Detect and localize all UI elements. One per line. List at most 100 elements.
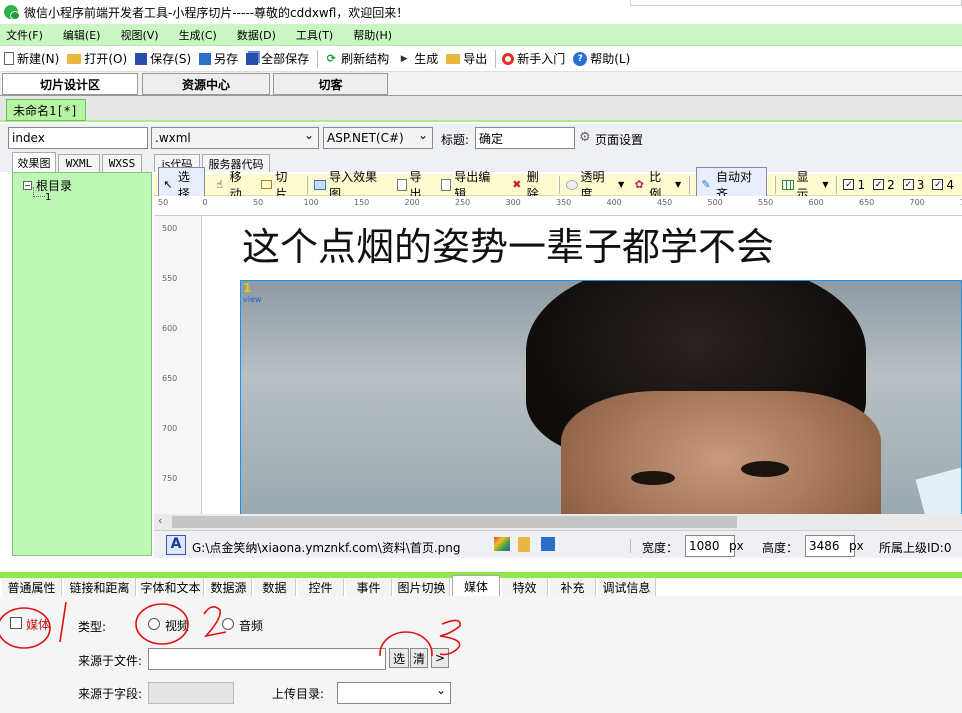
prop-tab-4[interactable]: 数据 [254,578,296,596]
layer-check-2[interactable]: ✓ 2 [873,178,895,192]
tab-slice-design[interactable]: 切片设计区 [2,73,138,95]
beginner-button[interactable]: 新手入门 [502,50,565,67]
open-button[interactable]: 打开(O) [67,50,127,67]
ruler-top-label: 50 [158,198,169,207]
main-toolbar: 新建(N) 打开(O) 保存(S) 另存 全部保存 ⟳ 刷新结构 ▶ 生成 导出 新… [0,46,962,72]
refresh-icon: ⟳ [326,52,336,65]
menu-file[interactable]: 文件(F) [6,27,43,43]
prop-tab-2[interactable]: 字体和文本 [138,578,204,596]
design-canvas[interactable]: 这个点烟的姿势一辈子都学不会 1 view [202,216,962,514]
build-button[interactable]: ▶ 生成 [397,50,438,67]
menu-bar: 文件(F) 编辑(E) 视图(V) 生成(C) 数据(D) 工具(T) 帮助(H… [0,24,962,46]
upload-dir-select[interactable] [337,682,451,704]
menu-help[interactable]: 帮助(H) [353,27,392,43]
width-input[interactable]: 1080 [685,535,735,557]
prop-tab-7[interactable]: 图片切换 [394,578,450,596]
window-title: 微信小程序前端开发者工具-小程序切片-----尊敬的cddxwfl，欢迎回来！ [24,5,409,20]
collapse-icon[interactable]: − [23,181,32,190]
prop-tab-0[interactable]: 普通属性 [2,578,62,596]
menu-view[interactable]: 视图(V) [120,27,158,43]
title-input[interactable]: 确定 [475,127,575,149]
floppy-icon[interactable] [541,537,555,551]
tab-wxss[interactable]: WXSS [102,154,142,172]
layer-check-3[interactable]: ✓ 3 [902,178,924,192]
ruler-top-label: 650 [859,198,875,207]
delete-icon: ✖ [512,178,522,191]
annotation-mark-3 [439,619,461,656]
export-edit-icon [441,178,452,191]
ruler-top-label: 150 [354,198,370,207]
ruler-top-label: 0 [202,198,208,207]
saveall-button[interactable]: 全部保存 [246,50,309,67]
hand-icon: ☝ [216,178,223,191]
dropdown-arrow-icon: ▼ [822,180,829,189]
prop-tab-6[interactable]: 事件 [346,578,392,596]
toolbar-separator [836,175,838,194]
menu-build[interactable]: 生成(C) [179,27,217,43]
export-button[interactable]: 导出 [446,50,487,67]
annotation-mark-1 [59,601,67,643]
element-tree: − 根目录 1 [12,172,152,556]
tab-effect[interactable]: 效果图 [12,152,56,172]
ruler-top-label: 450 [657,198,673,207]
tree-child-node[interactable]: 1 [45,192,51,203]
help-button[interactable]: ? 帮助(L) [573,50,630,67]
prop-tab-3[interactable]: 数据源 [206,578,252,596]
photo-face [561,391,881,514]
height-unit: px [849,539,864,553]
document-tabs: 未命名1[*] [0,96,962,122]
horizontal-scrollbar[interactable]: ‹ [154,514,962,530]
new-button[interactable]: 新建(N) [4,50,59,67]
status-bar: A G:\点金笑纳\xiaona.ymznkf.com\资料\首页.png 宽度… [154,530,962,558]
prop-tab-10[interactable]: 补充 [550,578,596,596]
tab-wxml[interactable]: WXML [58,154,100,172]
slice-tag: view [243,295,262,304]
height-input[interactable]: 3486 [805,535,855,557]
ruler-top-label: 300 [505,198,521,207]
ruler-top-label: 550 [758,198,774,207]
checkbox-checked-icon: ✓ [843,179,855,190]
slice-marker: 1 [243,281,252,295]
ratio-icon: ✿ [634,178,644,191]
page-name-input[interactable]: index [8,127,148,149]
scroll-left-icon[interactable]: ‹ [158,514,162,527]
ruler-left-label: 700 [162,424,178,433]
font-icon[interactable]: A [166,535,186,555]
saveas-button[interactable]: 另存 [199,50,238,67]
prop-tab-8[interactable]: 媒体 [452,575,500,596]
layer-check-1[interactable]: ✓ 1 [843,178,865,192]
tab-slicer[interactable]: 切客 [273,73,388,95]
title-bar: 微信小程序前端开发者工具-小程序切片-----尊敬的cddxwfl，欢迎回来！ [0,0,962,24]
menu-data[interactable]: 数据(D) [237,27,276,43]
toolbar-separator [495,49,497,68]
save-button[interactable]: 保存(S) [135,50,191,67]
prop-tab-11[interactable]: 调试信息 [598,578,656,596]
server-select[interactable]: ASP.NET(C#) [323,127,433,149]
ruler-left-label: 500 [162,224,178,233]
gear-icon[interactable]: ⚙ [579,130,591,145]
width-label: 宽度： [642,541,679,555]
tab-resource-center[interactable]: 资源中心 [142,73,270,95]
annotation-circle-buttons [379,631,433,656]
annotation-mark-2 [203,606,227,638]
page-settings-button[interactable]: 页面设置 [595,131,643,148]
ext-select[interactable]: .wxml [151,127,319,149]
ruler-left-label: 750 [162,474,178,483]
scrollbar-thumb[interactable] [172,516,737,528]
menu-tools[interactable]: 工具(T) [296,27,333,43]
folder-icon[interactable] [518,537,530,552]
prop-tab-9[interactable]: 特效 [502,578,548,596]
refresh-button[interactable]: ⟳ 刷新结构 [324,50,390,67]
export-doc-icon [396,178,407,191]
floppy-icon [199,52,212,65]
menu-edit[interactable]: 编辑(E) [63,27,101,43]
prop-tab-1[interactable]: 链接和距离 [64,578,136,596]
source-field-input[interactable] [148,682,234,704]
layer-check-4[interactable]: ✓ 4 [932,178,954,192]
dropdown-arrow-icon: ▼ [674,180,682,189]
color-palette-icon[interactable] [494,537,510,551]
annotation-circle-media [0,607,51,649]
prop-tab-5[interactable]: 控件 [298,578,344,596]
document-tab[interactable]: 未命名1[*] [6,99,86,121]
slice-view-1[interactable]: 1 view [240,280,962,514]
